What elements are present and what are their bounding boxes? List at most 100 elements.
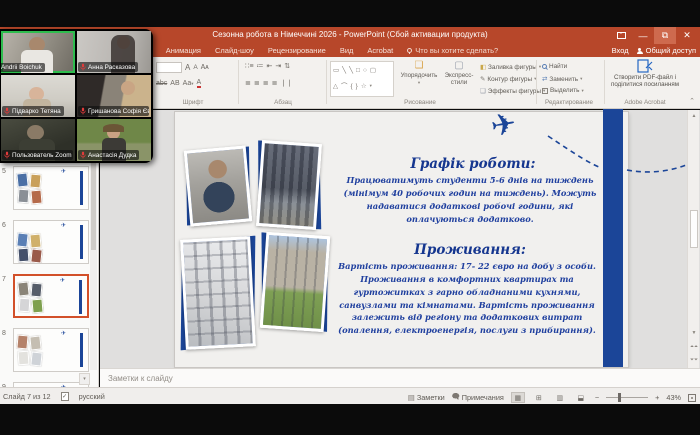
slide-thumbnail-7-selected[interactable]: ✈ — [13, 274, 89, 318]
slide-canvas[interactable]: ✈ Графік роботи: Працюватимуть студен — [100, 110, 700, 368]
language-indicator[interactable]: русский — [79, 392, 105, 401]
notes-toggle[interactable]: ▤ Заметки — [408, 393, 445, 402]
columns-icon[interactable]: ❘❘ — [281, 79, 293, 87]
tab-acrobat[interactable]: Acrobat — [367, 46, 393, 55]
clear-formatting-icon[interactable]: 🗛 — [201, 64, 209, 72]
tab-view[interactable]: Вид — [340, 46, 354, 55]
zoom-out-icon[interactable]: − — [595, 393, 599, 402]
tab-slideshow[interactable]: Слайд-шоу — [215, 46, 254, 55]
minimize-button[interactable]: — — [632, 27, 654, 44]
sign-in-link[interactable]: Вход — [612, 46, 629, 55]
photo-warehouse-worker[interactable] — [187, 148, 249, 224]
bullets-icon[interactable]: ∷≡ — [245, 62, 254, 70]
close-button[interactable]: ✕ — [676, 27, 698, 44]
thumbnail-scroll-down-icon[interactable]: ▾ — [79, 373, 90, 385]
previous-slide-icon[interactable]: ⏶⏶ — [688, 342, 700, 352]
slide-body-work-schedule[interactable]: Працюватимуть студенти 5-6 днів на тижде… — [337, 174, 603, 225]
tell-me-box[interactable]: Что вы хотите сделать? — [407, 46, 498, 55]
participant-name: Анастасія Дудка — [88, 152, 136, 159]
slide-heading-work-schedule[interactable]: Графік роботи: — [338, 156, 608, 172]
video-tile-4[interactable]: Гришанова Софія Єв... — [77, 75, 151, 117]
ribbon-display-options-button[interactable]: ^ — [610, 27, 632, 44]
font-size-input[interactable] — [156, 62, 182, 73]
zoom-in-icon[interactable]: + — [655, 393, 659, 402]
create-pdf-button[interactable]: Створити PDF-файл і поділитися посилання… — [608, 59, 682, 89]
spellcheck-icon[interactable]: ✓ — [61, 392, 69, 401]
slide-thumbnail-8[interactable]: ✈ — [13, 328, 89, 372]
zoom-level[interactable]: 43% — [666, 393, 681, 402]
arrange-label: Упорядочить — [401, 72, 438, 79]
find-button[interactable]: Найти — [542, 63, 567, 70]
slide-accent-bar[interactable] — [603, 109, 623, 367]
participant-name: Andrii Boichuk — [1, 64, 42, 71]
share-button[interactable]: Общий доступ — [637, 46, 696, 55]
notes-placeholder[interactable]: Заметки к слайду — [108, 374, 173, 383]
replace-button[interactable]: ⇄ Заменить▾ — [542, 75, 582, 83]
video-tile-5[interactable]: Пользователь Zoom — [1, 119, 75, 161]
line-spacing-icon[interactable]: ⇅ — [284, 62, 290, 70]
shape-gallery[interactable]: ▭╲╲□○▢ △⌒{}☆▾ — [330, 61, 394, 97]
zoom-slider-thumb[interactable] — [618, 393, 621, 402]
collapse-ribbon-icon[interactable]: ⌃ — [689, 97, 695, 105]
slide-thumbnail-6[interactable]: ✈ — [13, 220, 89, 264]
ribbon-display-options-icon: ^ — [617, 32, 626, 39]
editing-group-label: Редактирование — [536, 99, 602, 106]
decrease-indent-icon[interactable]: ⇤ — [267, 62, 273, 70]
select-button[interactable]: Выделить▾ — [542, 87, 584, 94]
scroll-down-icon[interactable]: ▼ — [688, 328, 700, 338]
restore-button[interactable]: ⧉ — [654, 27, 676, 44]
tab-review[interactable]: Рецензирование — [268, 46, 326, 55]
canvas-scrollbar[interactable]: ▲ ▼ ⏶⏶ ⏷⏷ — [687, 110, 699, 368]
scroll-up-icon[interactable]: ▲ — [688, 111, 700, 121]
normal-view-button[interactable]: ▦ — [511, 392, 525, 403]
align-right-icon[interactable]: ≣ — [263, 79, 269, 87]
video-tile-3[interactable]: Підварко Тетяна — [1, 75, 75, 117]
align-center-icon[interactable]: ≣ — [254, 79, 260, 87]
video-tile-6[interactable]: Анастасія Дудка — [77, 119, 151, 161]
slide-thumbnail-5[interactable]: ✈ — [13, 166, 89, 210]
comments-toggle[interactable]: 🗬 Примечания — [452, 391, 504, 404]
airplane-icon[interactable]: ✈ — [488, 106, 519, 145]
strikethrough-icon[interactable]: abc — [156, 80, 167, 87]
grow-font-icon[interactable]: А — [185, 63, 190, 72]
participant-name: Пользователь Zoom — [12, 152, 72, 159]
photo-white-building[interactable] — [183, 238, 253, 348]
shape-outline-button[interactable]: ✎ Контур фигуры▾ — [480, 75, 536, 83]
increase-indent-icon[interactable]: ⇥ — [275, 62, 281, 70]
notes-pane[interactable]: Заметки к слайду — [100, 368, 700, 387]
share-label: Общий доступ — [646, 46, 696, 55]
reading-view-button[interactable]: ▥ — [553, 392, 567, 403]
character-spacing-icon[interactable]: АВ — [170, 80, 179, 87]
video-call-overlay[interactable]: Andrii Boichuk Анна Расказова Підварко Т… — [0, 29, 153, 163]
quick-styles-button[interactable]: ▢ Экспресс-стили — [440, 60, 478, 86]
slide-body-accommodation[interactable]: Вартість проживання: 17- 22 євро на добу… — [330, 260, 604, 337]
numbering-icon[interactable]: ≔ — [257, 62, 264, 70]
participant-name: Підварко Тетяна — [12, 108, 61, 115]
shrink-font-icon[interactable]: А — [193, 64, 197, 71]
fit-slide-to-window-icon[interactable] — [688, 394, 696, 402]
change-case-icon[interactable]: Аа▾ — [183, 80, 194, 87]
lightbulb-icon — [407, 48, 412, 53]
paragraph-group-label: Абзац — [245, 99, 321, 106]
mic-muted-icon — [80, 63, 86, 71]
video-tile-2[interactable]: Анна Расказова — [77, 31, 151, 73]
slide-sorter-view-button[interactable]: ⊞ — [532, 392, 546, 403]
arrange-button[interactable]: ❏ Упорядочить ▾ — [400, 60, 438, 86]
canvas-scrollbar-thumb[interactable] — [690, 210, 698, 248]
tab-animation[interactable]: Анимация — [166, 46, 201, 55]
justify-icon[interactable]: ≣ — [272, 79, 278, 87]
find-label: Найти — [549, 63, 567, 70]
next-slide-icon[interactable]: ⏷⏷ — [688, 355, 700, 365]
slideshow-button[interactable]: ⬓ — [574, 392, 588, 403]
photo-cathedral[interactable] — [259, 142, 319, 228]
shape-effects-label: Эффекты фигуры — [488, 88, 541, 95]
slide-heading-accommodation[interactable]: Проживання: — [335, 242, 605, 258]
zoom-slider[interactable] — [606, 397, 648, 398]
shape-fill-button[interactable]: ◧ Заливка фигуры▾ — [480, 63, 541, 71]
slide-7[interactable]: ✈ Графік роботи: Працюватимуть студен — [175, 112, 628, 367]
search-icon — [542, 64, 547, 69]
align-left-icon[interactable]: ≣ — [245, 79, 251, 87]
font-color-icon[interactable]: А — [197, 79, 202, 88]
video-tile-1[interactable]: Andrii Boichuk — [1, 31, 75, 73]
photo-apartment-block[interactable] — [263, 234, 327, 330]
